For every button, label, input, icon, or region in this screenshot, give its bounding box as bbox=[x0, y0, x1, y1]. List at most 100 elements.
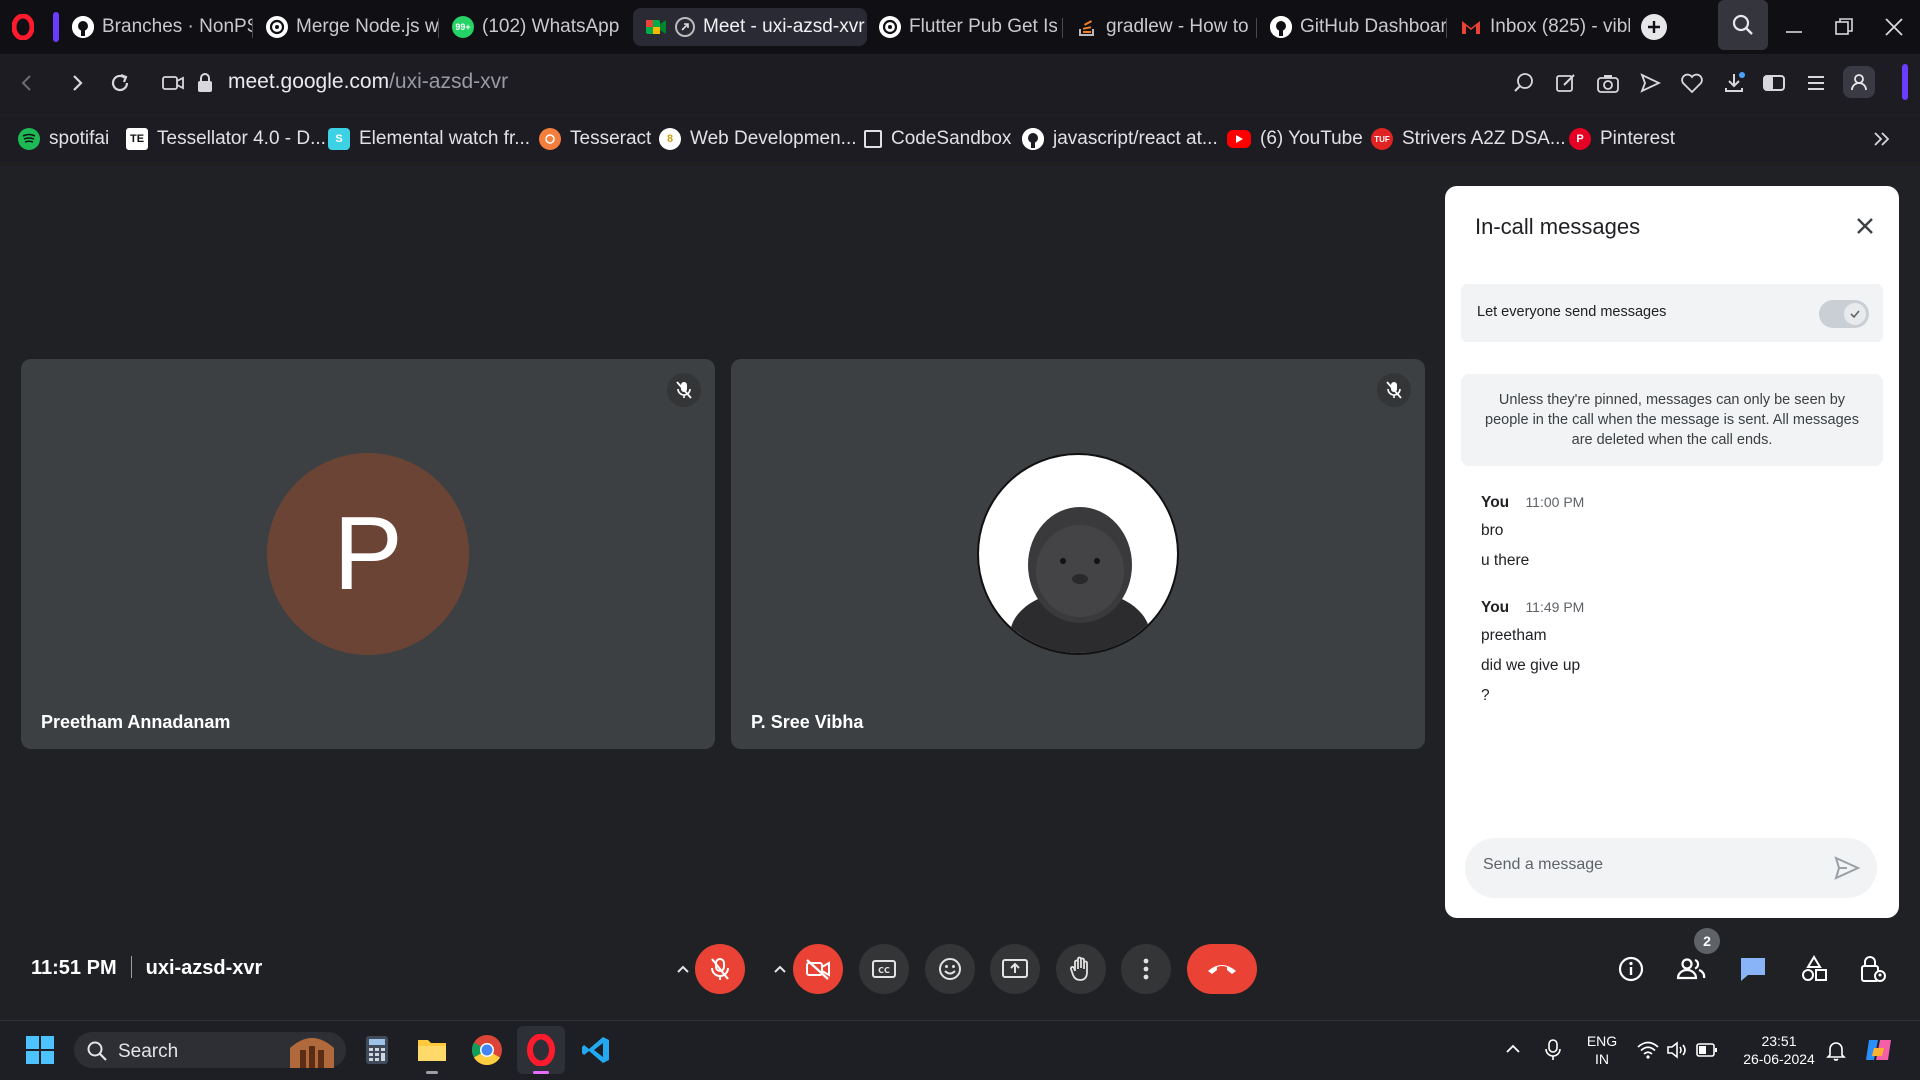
video-popout-icon[interactable] bbox=[160, 70, 186, 96]
opera-app-icon[interactable] bbox=[521, 1030, 561, 1070]
more-bookmarks-button[interactable] bbox=[1870, 128, 1894, 150]
minimize-icon bbox=[1786, 31, 1802, 33]
message-sender: You bbox=[1481, 599, 1510, 616]
taskbar-date: 26-06-2024 bbox=[1743, 1051, 1815, 1067]
tab-flutter-pub[interactable]: Flutter Pub Get Iss bbox=[867, 8, 1057, 46]
file-explorer-app-icon[interactable] bbox=[412, 1030, 452, 1070]
mic-muted-indicator bbox=[667, 373, 701, 407]
activities-button[interactable] bbox=[1797, 952, 1831, 986]
tab-gradlew[interactable]: gradlew - How to bbox=[1064, 8, 1256, 46]
tab-branches[interactable]: Branches · NonPST bbox=[60, 8, 252, 46]
tab-separator bbox=[1256, 18, 1257, 38]
check-icon bbox=[1844, 303, 1866, 325]
tab-merge-nodejs[interactable]: Merge Node.js wit bbox=[254, 8, 438, 46]
close-window-button[interactable] bbox=[1883, 16, 1905, 38]
heart-icon[interactable] bbox=[1679, 70, 1705, 96]
chatgpt-icon bbox=[266, 16, 288, 38]
reactions-button[interactable] bbox=[925, 944, 975, 994]
notifications-button[interactable] bbox=[1826, 1040, 1846, 1062]
workspace-indicator[interactable] bbox=[53, 12, 59, 42]
activities-icon bbox=[1802, 955, 1827, 981]
participant-tile[interactable]: P. Sree Vibha bbox=[731, 359, 1425, 749]
link-icon bbox=[675, 17, 695, 37]
wifi-icon[interactable] bbox=[1636, 1040, 1660, 1060]
more-options-button[interactable] bbox=[1121, 944, 1171, 994]
chrome-app-icon[interactable] bbox=[467, 1030, 507, 1070]
tab-label: Flutter Pub Get Iss bbox=[909, 16, 1057, 37]
people-icon bbox=[1676, 958, 1706, 980]
svg-text:CC: CC bbox=[878, 966, 890, 975]
mic-off-icon bbox=[676, 381, 692, 399]
volume-icon[interactable] bbox=[1666, 1040, 1690, 1060]
input-language-indicator[interactable]: ENG IN bbox=[1584, 1032, 1620, 1068]
meeting-details-button[interactable] bbox=[1614, 952, 1648, 986]
bookmark-codesandbox[interactable]: CodeSandbox bbox=[864, 126, 1011, 152]
bookmark-youtube[interactable]: (6) YouTube bbox=[1227, 126, 1363, 152]
profile-button[interactable] bbox=[1843, 66, 1875, 98]
calculator-app-icon[interactable] bbox=[357, 1030, 397, 1070]
start-button[interactable] bbox=[20, 1030, 60, 1070]
forward-button[interactable] bbox=[62, 68, 92, 98]
copilot-button[interactable] bbox=[1864, 1036, 1894, 1064]
elemental-icon: S bbox=[328, 128, 350, 150]
message-info-notice: Unless they're pinned, messages can only… bbox=[1461, 374, 1883, 466]
lock-icon[interactable] bbox=[192, 70, 218, 96]
reload-button[interactable] bbox=[105, 68, 135, 98]
in-call-messages-panel: In-call messages Let everyone send messa… bbox=[1445, 186, 1899, 918]
send-messages-setting: Let everyone send messages bbox=[1461, 284, 1883, 342]
new-tab-button[interactable] bbox=[1641, 14, 1667, 40]
bookmark-javascript-react[interactable]: javascript/react at... bbox=[1022, 126, 1218, 152]
bookmark-pinterest[interactable]: P Pinterest bbox=[1569, 126, 1675, 152]
raise-hand-button[interactable] bbox=[1056, 944, 1106, 994]
camera-snapshot-icon[interactable] bbox=[1595, 70, 1621, 96]
tab-separator bbox=[438, 18, 439, 38]
github-icon bbox=[1022, 128, 1044, 150]
minimize-window-button[interactable] bbox=[1782, 18, 1806, 38]
leave-call-button[interactable] bbox=[1187, 944, 1257, 994]
download-icon[interactable] bbox=[1721, 70, 1747, 96]
chat-button[interactable] bbox=[1736, 952, 1770, 986]
system-clock[interactable]: 23:51 26-06-2024 bbox=[1734, 1032, 1824, 1068]
github-icon bbox=[1270, 16, 1292, 38]
bookmark-elemental[interactable]: S Elemental watch fr... bbox=[328, 126, 530, 152]
vscode-app-icon[interactable] bbox=[576, 1030, 616, 1070]
message-group-header: You 11:49 PM bbox=[1481, 599, 1584, 617]
send-message-input[interactable] bbox=[1483, 856, 1803, 874]
people-button[interactable] bbox=[1674, 952, 1708, 986]
microphone-tray-icon[interactable] bbox=[1544, 1038, 1562, 1062]
close-panel-button[interactable] bbox=[1851, 212, 1879, 240]
bookmark-strivers[interactable]: TUF Strivers A2Z DSA... bbox=[1371, 126, 1566, 152]
tab-github-dashboard[interactable]: GitHub Dashboard bbox=[1258, 8, 1446, 46]
send-message-button[interactable] bbox=[1833, 854, 1861, 882]
edit-note-icon[interactable] bbox=[1553, 70, 1579, 96]
present-screen-button[interactable] bbox=[990, 944, 1040, 994]
tab-search-button[interactable] bbox=[1718, 0, 1768, 50]
battery-icon[interactable] bbox=[1696, 1042, 1718, 1058]
menu-lines-icon[interactable] bbox=[1803, 70, 1829, 96]
people-count-badge: 2 bbox=[1694, 928, 1720, 954]
opera-logo-icon[interactable] bbox=[11, 13, 35, 41]
bookmark-spotifai[interactable]: spotifai bbox=[18, 126, 109, 152]
tab-whatsapp[interactable]: 99+ (102) WhatsApp bbox=[440, 8, 624, 46]
page-search-icon[interactable] bbox=[1511, 70, 1537, 96]
url-field[interactable]: meet.google.com/uxi-azsd-xvr bbox=[228, 70, 508, 94]
camera-toggle-button[interactable] bbox=[793, 944, 843, 994]
bookmark-web-development[interactable]: 8 Web Developmen... bbox=[659, 126, 857, 152]
tab-gmail-inbox[interactable]: Inbox (825) - vibha bbox=[1448, 8, 1630, 46]
tab-meet[interactable]: Meet - uxi-azsd-xvr bbox=[633, 8, 867, 46]
back-button[interactable] bbox=[12, 68, 42, 98]
taskbar-search-box[interactable]: Search bbox=[74, 1032, 346, 1068]
host-controls-button[interactable] bbox=[1856, 952, 1890, 986]
participant-tile[interactable]: P Preetham Annadanam bbox=[21, 359, 715, 749]
chevron-up-icon bbox=[774, 965, 786, 973]
restore-window-button[interactable] bbox=[1833, 16, 1855, 38]
microphone-toggle-button[interactable] bbox=[695, 944, 745, 994]
show-hidden-icons-button[interactable] bbox=[1504, 1042, 1522, 1056]
send-flow-icon[interactable] bbox=[1637, 70, 1663, 96]
bookmark-tesseract[interactable]: Tesseract bbox=[539, 126, 651, 152]
bookmark-tessellator[interactable]: TE Tessellator 4.0 - D... bbox=[126, 126, 326, 152]
easy-setup-icon[interactable] bbox=[1761, 70, 1787, 96]
captions-button[interactable]: CC bbox=[859, 944, 909, 994]
mic-muted-indicator bbox=[1377, 373, 1411, 407]
let-everyone-send-toggle[interactable] bbox=[1819, 300, 1869, 328]
